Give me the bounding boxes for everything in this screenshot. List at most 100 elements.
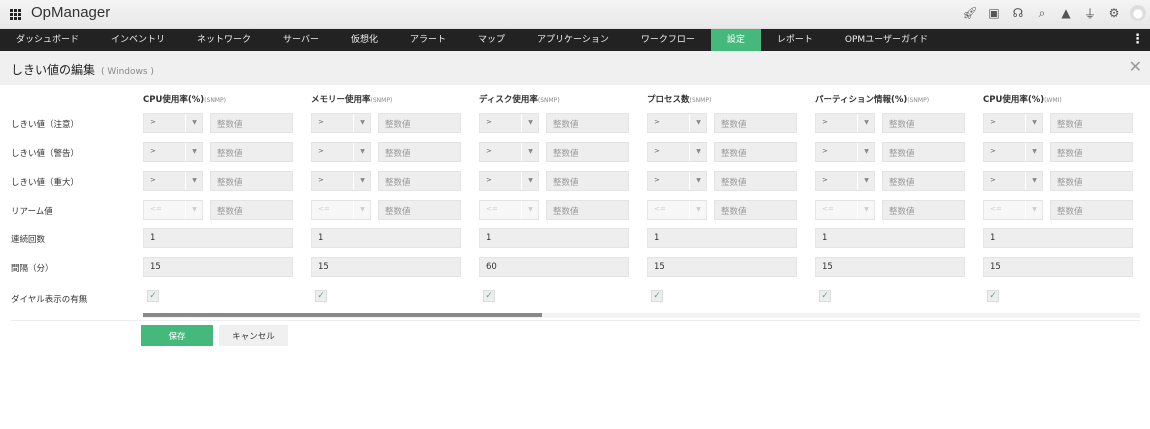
operator-select[interactable]: > ▼: [983, 113, 1043, 133]
threshold-input[interactable]: 整数値: [714, 200, 797, 220]
operator-select[interactable]: <= ▼: [311, 200, 371, 220]
operator-select[interactable]: > ▼: [311, 142, 371, 162]
app-grid-icon[interactable]: [10, 9, 21, 20]
operator-select[interactable]: <= ▼: [143, 200, 203, 220]
chevron-down-icon[interactable]: ▼: [857, 114, 875, 132]
threshold-input[interactable]: 整数値: [378, 171, 461, 191]
operator-select[interactable]: > ▼: [647, 113, 707, 133]
close-icon[interactable]: ✕: [1129, 57, 1142, 76]
operator-select[interactable]: > ▼: [311, 171, 371, 191]
nav-item[interactable]: インベントリ: [95, 29, 181, 51]
chevron-down-icon[interactable]: ▼: [1025, 114, 1043, 132]
operator-select[interactable]: > ▼: [983, 142, 1043, 162]
threshold-input[interactable]: 整数値: [714, 171, 797, 191]
threshold-input[interactable]: 整数値: [378, 113, 461, 133]
operator-select[interactable]: > ▼: [311, 113, 371, 133]
operator-select[interactable]: <= ▼: [983, 200, 1043, 220]
gear-icon[interactable]: ⚙: [1106, 5, 1122, 21]
dial-checkbox[interactable]: ✓: [987, 290, 999, 302]
threshold-input[interactable]: 整数値: [1050, 113, 1133, 133]
chevron-down-icon[interactable]: ▼: [353, 201, 371, 219]
chevron-down-icon[interactable]: ▼: [689, 172, 707, 190]
threshold-input[interactable]: 整数値: [882, 113, 965, 133]
dial-checkbox[interactable]: ✓: [315, 290, 327, 302]
threshold-input[interactable]: 整数値: [210, 142, 293, 162]
nav-item[interactable]: アプリケーション: [521, 29, 625, 51]
threshold-input[interactable]: 整数値: [714, 142, 797, 162]
operator-select[interactable]: > ▼: [479, 171, 539, 191]
consecutive-count-input[interactable]: 1: [479, 228, 629, 248]
operator-select[interactable]: > ▼: [815, 113, 875, 133]
dial-checkbox[interactable]: ✓: [819, 290, 831, 302]
nav-item[interactable]: サーバー: [267, 29, 335, 51]
consecutive-count-input[interactable]: 1: [983, 228, 1133, 248]
nav-item[interactable]: ワークフロー: [625, 29, 711, 51]
operator-select[interactable]: > ▼: [647, 142, 707, 162]
avatar-icon[interactable]: ●: [1130, 5, 1146, 21]
threshold-input[interactable]: 整数値: [546, 113, 629, 133]
dial-checkbox[interactable]: ✓: [147, 290, 159, 302]
plug-icon[interactable]: ⏚: [1082, 5, 1098, 21]
threshold-input[interactable]: 整数値: [882, 142, 965, 162]
interval-input[interactable]: 15: [647, 257, 797, 277]
threshold-input[interactable]: 整数値: [210, 171, 293, 191]
horizontal-scrollbar[interactable]: [143, 313, 1140, 318]
threshold-input[interactable]: 整数値: [546, 142, 629, 162]
chevron-down-icon[interactable]: ▼: [689, 201, 707, 219]
operator-select[interactable]: > ▼: [143, 171, 203, 191]
consecutive-count-input[interactable]: 1: [815, 228, 965, 248]
bell-icon[interactable]: ▲: [1058, 5, 1074, 21]
operator-select[interactable]: > ▼: [647, 171, 707, 191]
operator-select[interactable]: > ▼: [143, 142, 203, 162]
chevron-down-icon[interactable]: ▼: [1025, 143, 1043, 161]
headset-icon[interactable]: ☊: [1010, 5, 1026, 21]
chevron-down-icon[interactable]: ▼: [185, 172, 203, 190]
operator-select[interactable]: <= ▼: [647, 200, 707, 220]
chevron-down-icon[interactable]: ▼: [521, 201, 539, 219]
chevron-down-icon[interactable]: ▼: [353, 172, 371, 190]
scrollbar-thumb[interactable]: [143, 313, 542, 317]
cancel-button[interactable]: キャンセル: [219, 325, 288, 346]
chevron-down-icon[interactable]: ▼: [689, 143, 707, 161]
video-icon[interactable]: ▣: [986, 5, 1002, 21]
interval-input[interactable]: 15: [815, 257, 965, 277]
chevron-down-icon[interactable]: ▼: [1025, 172, 1043, 190]
threshold-input[interactable]: 整数値: [546, 171, 629, 191]
nav-item[interactable]: アラート: [394, 29, 462, 51]
nav-item[interactable]: 仮想化: [335, 29, 394, 51]
threshold-input[interactable]: 整数値: [1050, 142, 1133, 162]
interval-input[interactable]: 15: [311, 257, 461, 277]
chevron-down-icon[interactable]: ▼: [857, 143, 875, 161]
operator-select[interactable]: <= ▼: [815, 200, 875, 220]
dial-checkbox[interactable]: ✓: [483, 290, 495, 302]
operator-select[interactable]: <= ▼: [479, 200, 539, 220]
chevron-down-icon[interactable]: ▼: [185, 114, 203, 132]
nav-item[interactable]: マップ: [462, 29, 521, 51]
nav-item[interactable]: 設定: [710, 29, 761, 51]
chevron-down-icon[interactable]: ▼: [521, 172, 539, 190]
consecutive-count-input[interactable]: 1: [311, 228, 461, 248]
operator-select[interactable]: > ▼: [815, 171, 875, 191]
nav-item[interactable]: OPMユーザーガイド: [829, 29, 944, 51]
dial-checkbox[interactable]: ✓: [651, 290, 663, 302]
threshold-input[interactable]: 整数値: [546, 200, 629, 220]
nav-item[interactable]: レポート: [761, 29, 829, 51]
interval-input[interactable]: 15: [983, 257, 1133, 277]
chevron-down-icon[interactable]: ▼: [521, 114, 539, 132]
interval-input[interactable]: 60: [479, 257, 629, 277]
threshold-input[interactable]: 整数値: [378, 200, 461, 220]
chevron-down-icon[interactable]: ▼: [857, 201, 875, 219]
chevron-down-icon[interactable]: ▼: [1025, 201, 1043, 219]
threshold-input[interactable]: 整数値: [714, 113, 797, 133]
nav-item[interactable]: ダッシュボード: [0, 29, 95, 51]
consecutive-count-input[interactable]: 1: [143, 228, 293, 248]
chevron-down-icon[interactable]: ▼: [185, 201, 203, 219]
chevron-down-icon[interactable]: ▼: [857, 172, 875, 190]
chevron-down-icon[interactable]: ▼: [521, 143, 539, 161]
threshold-input[interactable]: 整数値: [882, 171, 965, 191]
interval-input[interactable]: 15: [143, 257, 293, 277]
chevron-down-icon[interactable]: ▼: [353, 143, 371, 161]
save-button[interactable]: 保存: [141, 325, 213, 346]
chevron-down-icon[interactable]: ▼: [689, 114, 707, 132]
threshold-input[interactable]: 整数値: [1050, 200, 1133, 220]
